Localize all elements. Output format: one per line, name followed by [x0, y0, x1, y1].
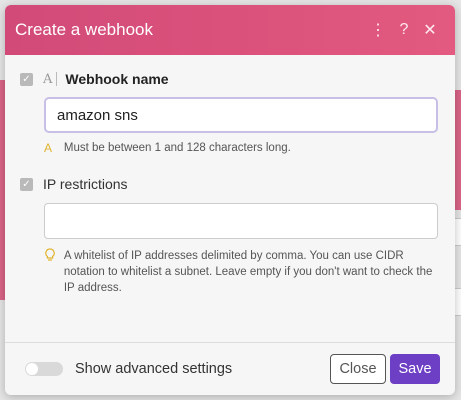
- more-menu-icon[interactable]: ⋮: [365, 20, 391, 40]
- webhook-name-collapse-checkbox[interactable]: ✓: [20, 72, 33, 86]
- dialog-footer: Show advanced settings Close Save: [5, 343, 455, 395]
- advanced-settings-toggle[interactable]: [25, 362, 63, 376]
- create-webhook-dialog: Create a webhook ⋮ ? ✕ ✓ A Webhook name …: [5, 5, 455, 395]
- webhook-name-hint-text: Must be between 1 and 128 characters lon…: [63, 142, 291, 154]
- close-icon[interactable]: ✕: [417, 20, 443, 40]
- ip-restrictions-label: IP restrictions: [43, 176, 128, 192]
- text-type-icon: A: [43, 71, 53, 87]
- advanced-settings-label: Show advanced settings: [75, 361, 233, 377]
- webhook-name-label-row: ✓ A Webhook name: [20, 71, 440, 87]
- save-button[interactable]: Save: [390, 354, 440, 384]
- webhook-name-label: Webhook name: [65, 71, 169, 87]
- warning-icon: A: [44, 141, 53, 155]
- lightbulb-icon: [44, 248, 58, 266]
- ip-restrictions-collapse-checkbox[interactable]: ✓: [20, 177, 33, 191]
- dialog-header: Create a webhook ⋮ ? ✕: [5, 5, 455, 55]
- toggle-knob: [26, 363, 38, 375]
- webhook-name-value: amazon sns: [57, 106, 138, 124]
- webhook-name-input[interactable]: amazon sns: [44, 97, 438, 133]
- ip-restrictions-hint-text: A whitelist of IP addresses delimited by…: [63, 250, 433, 294]
- ip-restrictions-hint: A whitelist of IP addresses delimited by…: [44, 248, 440, 296]
- close-button[interactable]: Close: [330, 354, 386, 384]
- dialog-title: Create a webhook: [15, 20, 153, 39]
- dialog-body: ✓ A Webhook name amazon sns A Must be be…: [5, 55, 455, 296]
- label-separator: [56, 72, 58, 86]
- help-icon[interactable]: ?: [391, 21, 417, 39]
- ip-restrictions-label-row: ✓ IP restrictions: [20, 176, 440, 192]
- ip-restrictions-input[interactable]: [44, 203, 438, 239]
- webhook-name-hint: A Must be between 1 and 128 characters l…: [44, 140, 440, 156]
